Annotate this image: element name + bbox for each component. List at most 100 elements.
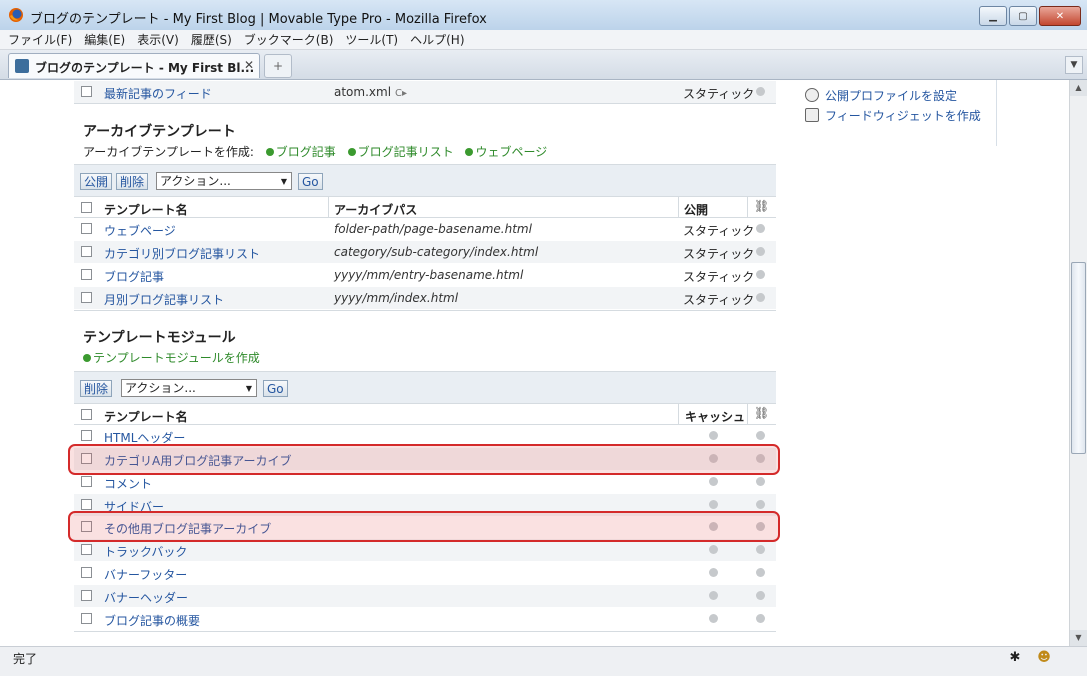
widget-icon [805,108,819,122]
menu-edit[interactable]: 編集(E) [84,31,125,48]
template-link[interactable]: ブログ記事の概要 [104,612,200,629]
status-text: 完了 [13,652,38,666]
row-checkbox[interactable] [81,499,92,510]
window-titlebar: ブログのテンプレート - My First Blog | Movable Typ… [0,0,1087,31]
col-template-name[interactable]: テンプレート名 [104,201,188,218]
row-checkbox[interactable] [81,476,92,487]
scroll-up-icon[interactable]: ▲ [1070,80,1087,96]
template-link[interactable]: その他用ブログ記事アーカイブ [104,520,271,537]
scrollbar-thumb[interactable] [1071,262,1086,454]
action-select[interactable]: アクション... ▼ [121,379,257,397]
row-checkbox[interactable] [81,590,92,601]
create-entry-list-link[interactable]: ブログ記事リスト [358,145,454,159]
menu-file[interactable]: ファイル(F) [8,31,72,48]
template-link[interactable]: カテゴリ別ブログ記事リスト [104,245,260,262]
output-file: atom.xml C▸ [334,85,408,99]
row-checkbox[interactable] [81,453,92,464]
template-link[interactable]: サイドバー [104,498,164,515]
col-archive-path[interactable]: アーカイブパス [334,201,417,218]
col-publish[interactable]: 公開 [684,201,708,218]
menu-history[interactable]: 履歴(S) [191,31,232,48]
link-status-icon [756,477,765,486]
row-checkbox[interactable] [81,269,92,280]
maximize-button[interactable]: ▢ [1009,6,1037,26]
table-row: ウェブページ folder-path/page-basename.html スタ… [74,218,776,240]
bug-icon[interactable]: ✱ [1007,650,1023,666]
archive-path: yyyy/mm/index.html [334,291,459,305]
publish-button[interactable]: 公開 [80,173,113,190]
template-listing: 最新記事のフィード atom.xml C▸ スタティック アーカイブテンプレート … [74,80,776,646]
table-row: バナーフッター [74,562,776,584]
template-link[interactable]: カテゴリA用ブログ記事アーカイブ [104,452,292,469]
link-status-icon [756,591,765,600]
table-row: バナーヘッダー [74,585,776,607]
table-row: 最新記事のフィード atom.xml C▸ スタティック [74,81,776,103]
menu-help[interactable]: ヘルプ(H) [410,31,464,48]
row-checkbox[interactable] [81,567,92,578]
cache-status-icon [709,431,718,440]
window-title: ブログのテンプレート - My First Blog | Movable Typ… [30,12,487,27]
rebuild-icon[interactable]: C▸ [395,88,407,99]
row-checkbox[interactable] [81,86,92,97]
create-module-link[interactable]: テンプレートモジュールを作成 [93,351,260,365]
template-link[interactable]: 最新記事のフィード [104,85,212,102]
go-button[interactable]: Go [298,173,323,190]
template-link[interactable]: トラックバック [104,543,187,560]
link-icon: ⛓ [754,406,770,420]
close-button[interactable]: ✕ [1039,6,1081,26]
template-link[interactable]: 月別ブログ記事リスト [104,291,224,308]
col-cache[interactable]: キャッシュ [685,408,745,425]
vertical-scrollbar[interactable]: ▲ ▼ [1069,80,1087,646]
cache-status-icon [709,454,718,463]
row-checkbox[interactable] [81,430,92,441]
delete-button[interactable]: 削除 [80,380,113,397]
menu-bookmarks[interactable]: ブックマーク(B) [244,31,334,48]
link-status-icon [756,522,765,531]
tab-active[interactable]: ブログのテンプレート - My First Bl... ✕ [8,53,260,78]
link-status-icon [756,247,765,256]
create-page-link[interactable]: ウェブページ [475,145,547,159]
right-sidebar: 公開プロファイルを設定 フィードウィジェットを作成 [793,80,997,146]
minimize-button[interactable]: ▁ [979,6,1007,26]
template-link[interactable]: コメント [104,475,152,492]
template-link[interactable]: HTMLヘッダー [104,429,185,446]
link-status-icon [756,87,765,96]
template-link[interactable]: バナーフッター [104,566,187,583]
new-tab-button[interactable]: + [264,54,292,78]
tab-close-icon[interactable]: ✕ [244,58,254,72]
row-checkbox[interactable] [81,613,92,624]
row-checkbox[interactable] [81,544,92,555]
scroll-down-icon[interactable]: ▼ [1070,630,1087,646]
delete-button[interactable]: 削除 [116,173,149,190]
row-checkbox[interactable] [81,521,92,532]
select-all-checkbox[interactable] [81,202,92,213]
sidebar-item-publish-profile[interactable]: 公開プロファイルを設定 [805,87,957,104]
menu-view[interactable]: 表示(V) [137,31,179,48]
modules-create-links: テンプレートモジュールを作成 [75,349,260,366]
cache-status-icon [709,477,718,486]
publish-type: スタティック [683,224,755,238]
plus-icon [465,148,474,156]
row-checkbox[interactable] [81,246,92,257]
menu-tools[interactable]: ツール(T) [345,31,398,48]
create-entry-archive-link[interactable]: ブログ記事 [276,145,336,159]
tab-list-chevron-icon[interactable]: ▼ [1065,56,1083,74]
modules-section-title: テンプレートモジュール [83,330,236,346]
template-link[interactable]: ブログ記事 [104,268,164,285]
row-checkbox[interactable] [81,292,92,303]
tab-strip: ブログのテンプレート - My First Bl... ✕ + ▼ [0,50,1087,80]
go-button[interactable]: Go [263,380,288,397]
tab-title: ブログのテンプレート - My First Bl... [35,61,255,75]
table-row: カテゴリA用ブログ記事アーカイブ [74,448,776,470]
link-status-icon [756,293,765,302]
link-status-icon [756,500,765,509]
firefox-icon [9,8,23,22]
col-template-name[interactable]: テンプレート名 [104,408,188,425]
action-select[interactable]: アクション... ▼ [156,172,292,190]
sidebar-item-feed-widget[interactable]: フィードウィジェットを作成 [805,107,981,124]
select-all-checkbox[interactable] [81,409,92,420]
row-checkbox[interactable] [81,223,92,234]
addon-face-icon[interactable]: ☻ [1036,650,1052,666]
template-link[interactable]: ウェブページ [104,222,176,239]
template-link[interactable]: バナーヘッダー [104,589,188,606]
